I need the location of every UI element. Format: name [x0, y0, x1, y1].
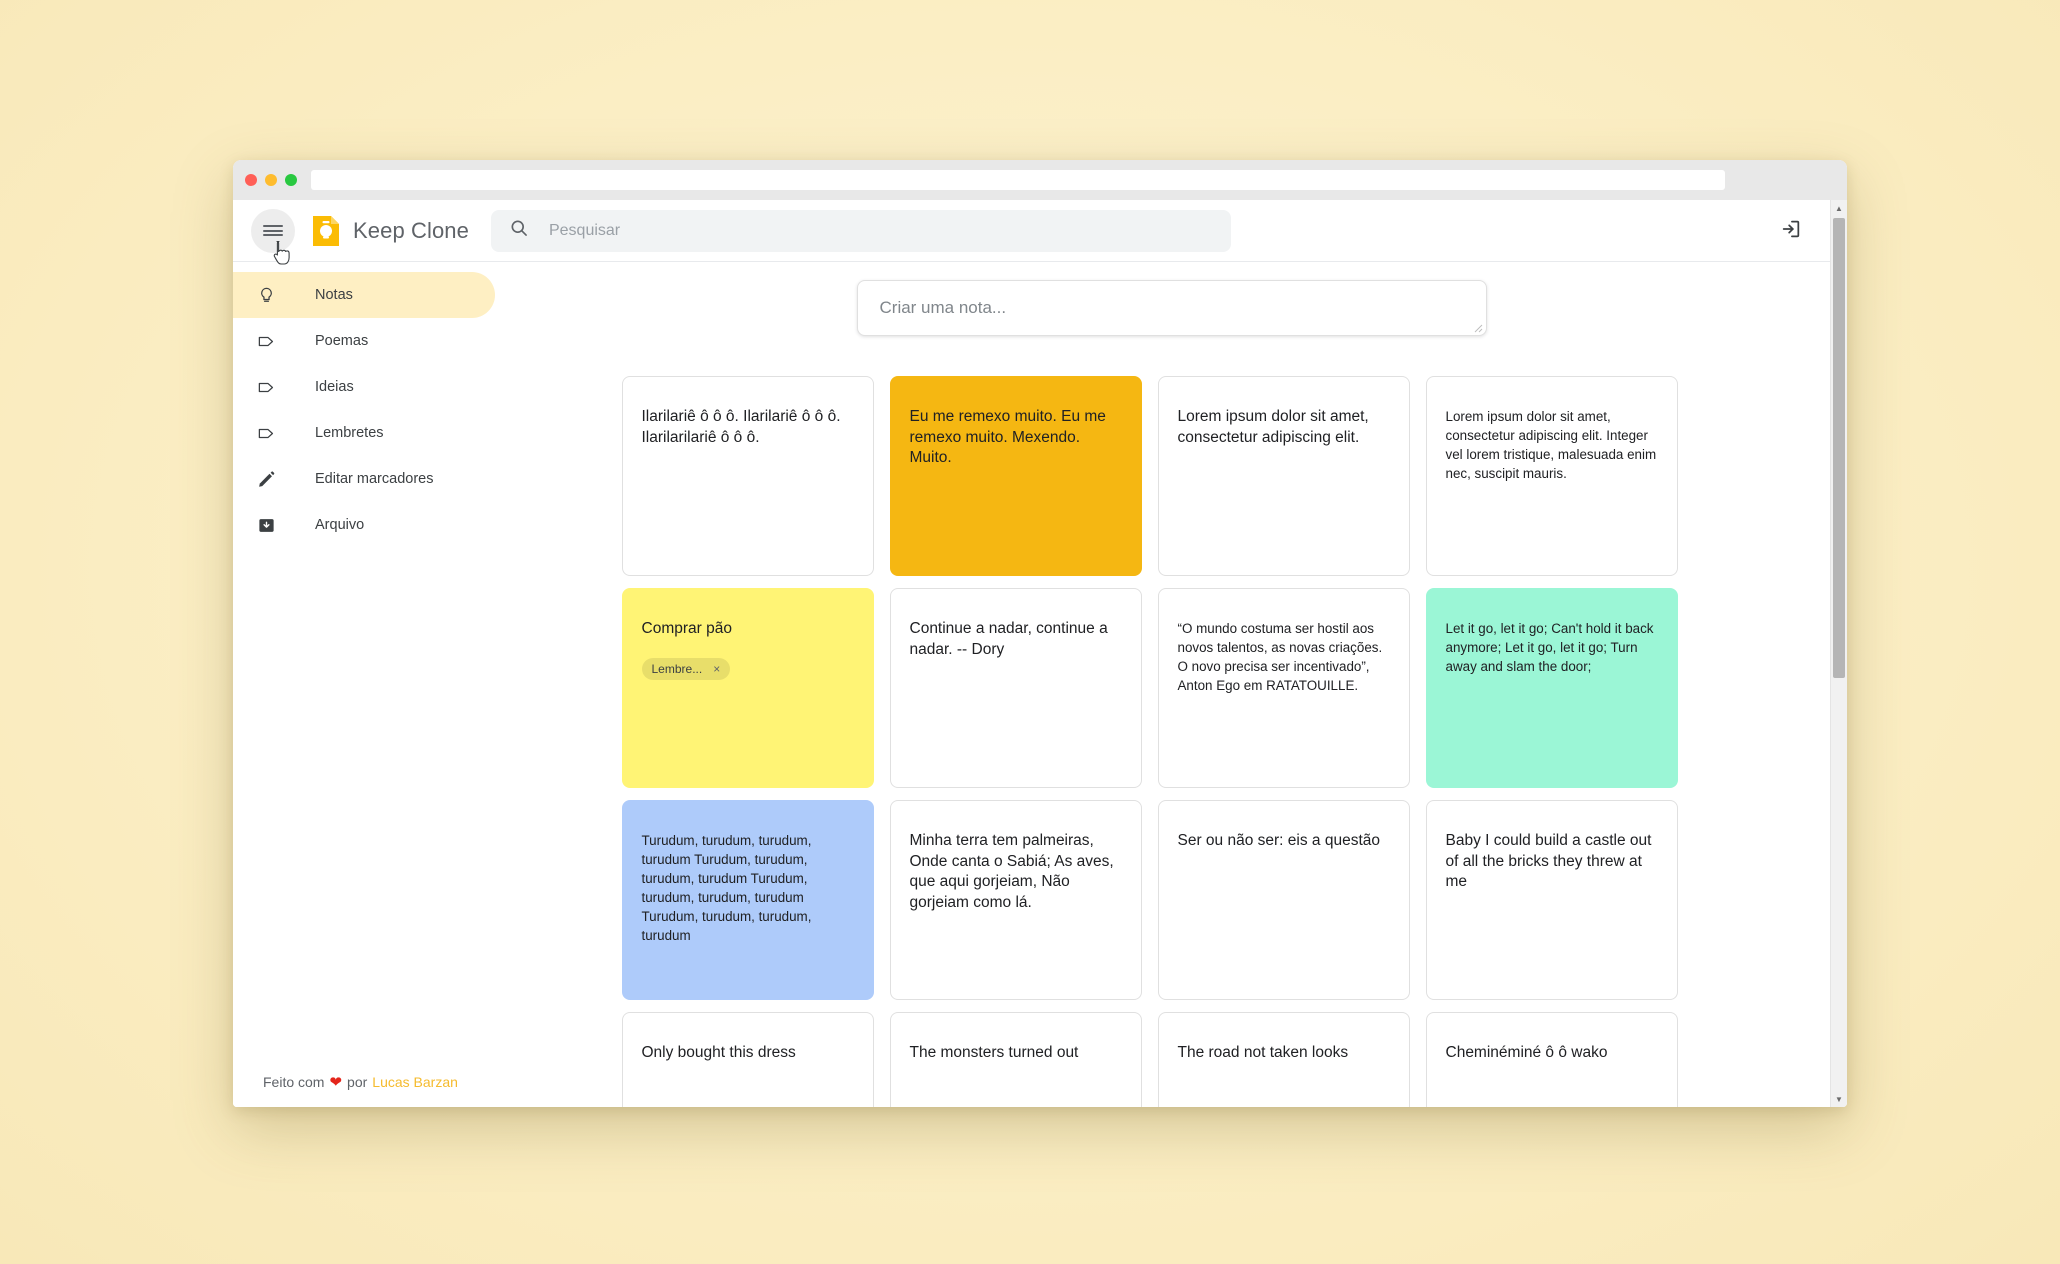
note-card[interactable]: The monsters turned out — [889, 1012, 1142, 1107]
note-card[interactable]: Turudum, turudum, turudum, turudum Turud… — [621, 800, 874, 1000]
footer-middle: por — [347, 1074, 368, 1090]
app-body: Notas Poemas Ideias Lembretes Editar mar… — [233, 262, 1830, 1107]
search-box[interactable] — [490, 208, 1231, 253]
note-text: Continue a nadar, continue a nadar. -- D… — [909, 620, 1113, 658]
archive-icon — [257, 516, 283, 535]
note-text: The monsters turned out — [909, 1044, 1079, 1061]
note-text: Lorem ipsum dolor sit amet, consectetur … — [1177, 408, 1374, 446]
note-text: Cheminéminé ô ô wako — [1445, 1044, 1608, 1061]
page-scrollbar[interactable]: ▲ ▼ — [1830, 200, 1847, 1107]
lightbulb-icon — [257, 286, 283, 305]
note-text: Turudum, turudum, turudum, turudum Turud… — [641, 833, 816, 944]
app-header: Keep Clone — [233, 200, 1830, 262]
label-tag-icon — [257, 378, 283, 397]
note-card[interactable]: Lorem ipsum dolor sit amet, consectetur … — [1157, 376, 1410, 576]
create-note-placeholder: Criar uma nota... — [879, 298, 1007, 317]
notes-content-area: Criar uma nota... Ilarilariê ô ô ô. Ilar… — [513, 262, 1830, 1107]
note-text: Eu me remexo muito. Eu me remexo muito. … — [909, 408, 1111, 467]
note-text: Lorem ipsum dolor sit amet, consectetur … — [1445, 409, 1660, 482]
hamburger-menu-icon — [263, 223, 283, 239]
sidebar-item-arquivo[interactable]: Arquivo — [233, 502, 495, 548]
note-text: Baby I could build a castle out of all t… — [1445, 832, 1656, 891]
search-input[interactable] — [546, 208, 1213, 253]
sidebar-item-notas[interactable]: Notas — [233, 272, 495, 318]
browser-window: Keep Clone Pesquisar Notas Poemas Ideias… — [233, 160, 1847, 1107]
note-card[interactable]: Minha terra tem palmeiras, Onde canta o … — [889, 800, 1142, 1000]
sidebar: Notas Poemas Ideias Lembretes Editar mar… — [233, 262, 513, 1107]
keep-logo-icon — [311, 214, 341, 248]
minimize-window-button[interactable] — [265, 174, 277, 186]
sidebar-item-label: Poemas — [315, 333, 369, 349]
label-tag-icon — [257, 332, 283, 351]
logout-button[interactable] — [1774, 214, 1808, 248]
note-card[interactable]: Eu me remexo muito. Eu me remexo muito. … — [889, 376, 1142, 576]
scroll-up-arrow-icon[interactable]: ▲ — [1831, 200, 1847, 216]
hamburger-menu-button[interactable] — [251, 208, 295, 253]
note-text: Comprar pão — [641, 620, 732, 637]
note-card[interactable]: Baby I could build a castle out of all t… — [1425, 800, 1678, 1000]
note-text: Ser ou não ser: eis a questão — [1177, 832, 1381, 849]
create-note-box[interactable]: Criar uma nota... — [856, 280, 1487, 336]
note-tag-label: Lembre... — [651, 661, 703, 676]
note-card[interactable]: “O mundo costuma ser hostil aos novos ta… — [1157, 588, 1410, 788]
sidebar-item-label: Lembretes — [315, 425, 384, 441]
sidebar-item-lembretes[interactable]: Lembretes — [233, 410, 495, 456]
app-title: Keep Clone — [353, 217, 469, 243]
sidebar-item-label: Editar marcadores — [315, 471, 434, 487]
web-page: Keep Clone Pesquisar Notas Poemas Ideias… — [233, 200, 1830, 1107]
note-card[interactable]: Let it go, let it go; Can't hold it back… — [1425, 588, 1678, 788]
notes-grid: Ilarilariê ô ô ô. Ilarilariê ô ô ô. Ilar… — [621, 376, 1722, 1107]
note-card[interactable]: Only bought this dress — [621, 1012, 874, 1107]
footer-prefix: Feito com — [263, 1074, 325, 1090]
note-card[interactable]: Ilarilariê ô ô ô. Ilarilariê ô ô ô. Ilar… — [621, 376, 874, 576]
pencil-icon — [257, 470, 283, 489]
note-text: “O mundo costuma ser hostil aos novos ta… — [1177, 621, 1386, 694]
resize-handle-icon[interactable] — [1471, 320, 1483, 333]
note-tag-chip[interactable]: Lembre... × — [641, 657, 731, 680]
maximize-window-button[interactable] — [285, 174, 297, 186]
note-text: Only bought this dress — [641, 1044, 796, 1061]
note-text: Let it go, let it go; Can't hold it back… — [1445, 621, 1658, 675]
label-tag-icon — [257, 424, 283, 443]
note-card[interactable]: Continue a nadar, continue a nadar. -- D… — [889, 588, 1142, 788]
scroll-down-arrow-icon[interactable]: ▼ — [1831, 1091, 1847, 1107]
brand: Keep Clone — [311, 214, 469, 248]
logout-icon — [1780, 218, 1802, 243]
note-text: Ilarilariê ô ô ô. Ilarilariê ô ô ô. Ilar… — [641, 408, 845, 446]
sidebar-item-editar-marcadores[interactable]: Editar marcadores — [233, 456, 495, 502]
note-card[interactable]: Ser ou não ser: eis a questão — [1157, 800, 1410, 1000]
note-tags: Lembre... × — [641, 657, 854, 680]
close-icon[interactable]: × — [713, 662, 720, 676]
note-card[interactable]: Lorem ipsum dolor sit amet, consectetur … — [1425, 376, 1678, 576]
footer-author-link[interactable]: Lucas Barzan — [372, 1074, 458, 1090]
sidebar-item-poemas[interactable]: Poemas — [233, 318, 495, 364]
note-text: Minha terra tem palmeiras, Onde canta o … — [909, 832, 1119, 911]
browser-viewport: Keep Clone Pesquisar Notas Poemas Ideias… — [233, 200, 1847, 1107]
scrollbar-thumb[interactable] — [1833, 218, 1845, 678]
search-icon — [509, 218, 529, 243]
sidebar-item-label: Notas — [315, 287, 353, 303]
sidebar-item-label: Ideias — [315, 379, 354, 395]
sidebar-item-label: Arquivo — [315, 517, 365, 533]
sidebar-item-ideias[interactable]: Ideias — [233, 364, 495, 410]
browser-title-bar — [233, 160, 1847, 200]
footer-credit: Feito com ❤ por Lucas Barzan — [233, 1073, 513, 1107]
note-card[interactable]: Comprar pão Lembre... × — [621, 588, 874, 788]
note-card[interactable]: Cheminéminé ô ô wako — [1425, 1012, 1678, 1107]
note-text: The road not taken looks — [1177, 1044, 1349, 1061]
note-card[interactable]: The road not taken looks — [1157, 1012, 1410, 1107]
address-bar[interactable] — [311, 170, 1725, 190]
heart-icon: ❤ — [329, 1074, 343, 1091]
close-window-button[interactable] — [245, 174, 257, 186]
window-controls — [245, 174, 297, 186]
